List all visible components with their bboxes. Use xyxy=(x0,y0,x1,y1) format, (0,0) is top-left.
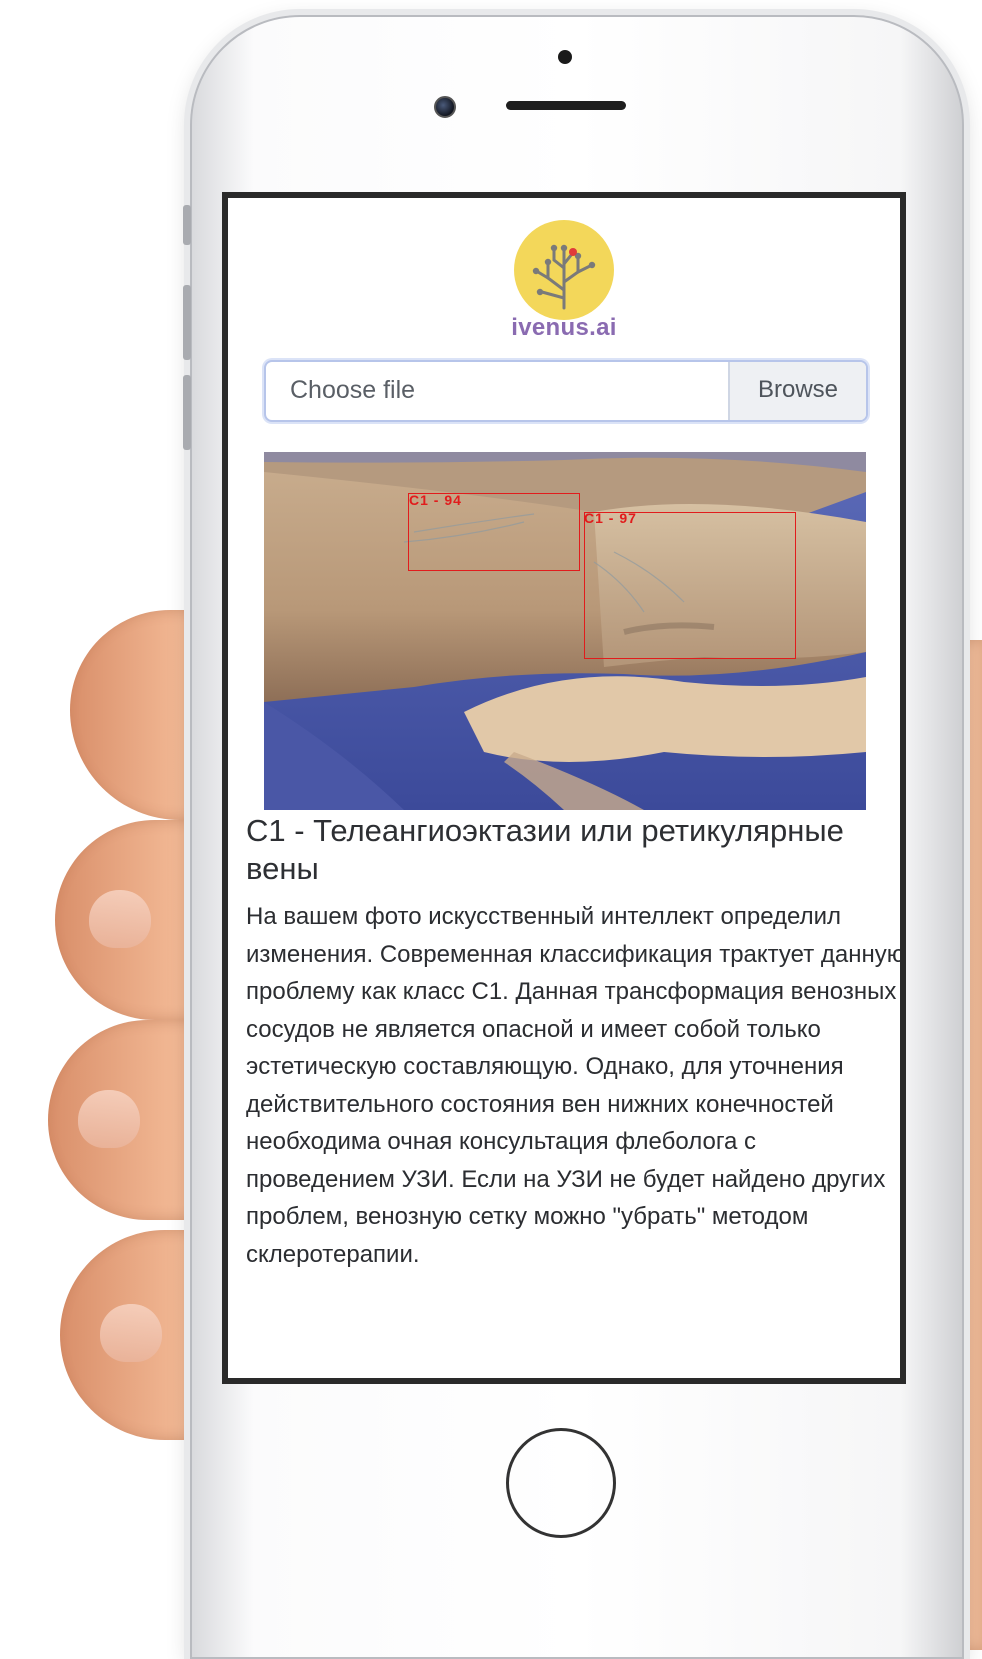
file-placeholder: Choose file xyxy=(290,376,416,404)
uploaded-photo: C1 - 94 C1 - 97 xyxy=(264,452,866,810)
mute-switch xyxy=(183,205,191,245)
camera-icon xyxy=(434,96,456,118)
file-upload-input[interactable]: Choose file Browse xyxy=(264,360,868,422)
earpiece-speaker xyxy=(506,101,626,110)
detection-box xyxy=(584,512,796,659)
fingernail xyxy=(100,1304,162,1362)
fingernail xyxy=(78,1090,140,1148)
fingernail xyxy=(89,890,151,948)
result-title: C1 - Телеангиоэктазии или ретикулярные в… xyxy=(246,813,844,886)
tree-logo-icon xyxy=(514,220,614,320)
result-description: На вашем фото искусственный интеллект оп… xyxy=(246,903,905,1268)
browse-button[interactable]: Browse xyxy=(728,362,866,420)
app-logo[interactable]: ivenus.ai xyxy=(228,220,900,342)
proximity-sensor xyxy=(558,50,572,64)
home-button-icon[interactable] xyxy=(506,1428,616,1538)
detection-label: C1 - 94 xyxy=(409,492,462,508)
phone-screen: ivenus.ai Choose file Browse C1 - 94 C1 … xyxy=(222,192,906,1384)
volume-down-button xyxy=(183,375,191,450)
detection-label: C1 - 97 xyxy=(584,510,637,526)
volume-up-button xyxy=(183,285,191,360)
